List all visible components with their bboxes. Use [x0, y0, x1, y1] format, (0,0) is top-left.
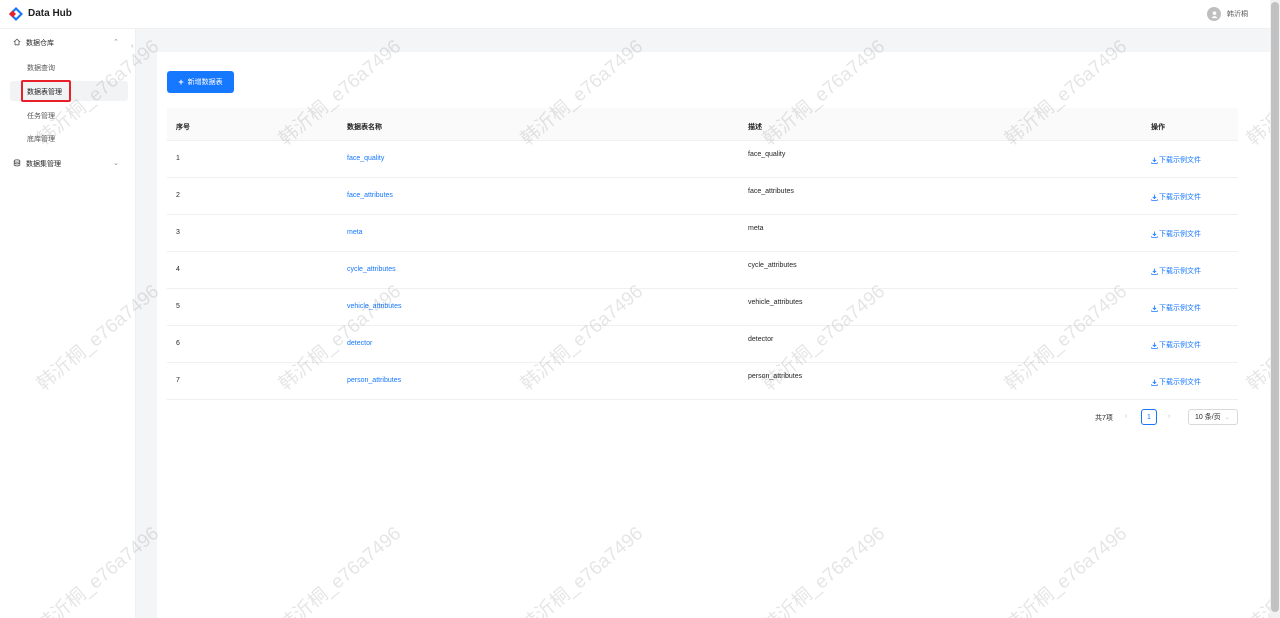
download-sample-link[interactable]: 下载示例文件 [1151, 192, 1201, 202]
download-sample-link[interactable]: 下载示例文件 [1151, 377, 1201, 387]
menu-group-label: 数据仓库 [26, 40, 54, 47]
user-name[interactable]: 韩沂桐 [1227, 9, 1248, 19]
table-description: cycle_attributes [748, 262, 797, 269]
table-row: 5 vehicle_attributes vehicle_attributes 下载示… [167, 289, 1238, 326]
data-hub-logo-icon[interactable] [8, 6, 24, 22]
table-name-link[interactable]: person_attributes [347, 377, 401, 384]
row-index: 5 [176, 303, 180, 310]
row-index: 2 [176, 192, 180, 199]
sidebar-item-label: 任务管理 [27, 113, 55, 120]
table-description: meta [748, 225, 764, 232]
download-sample-label: 下载示例文件 [1159, 305, 1201, 312]
table-row: 7 person_attributes person_attributes 下载示例文… [167, 363, 1238, 400]
download-sample-link[interactable]: 下载示例文件 [1151, 155, 1201, 165]
highlight-box [21, 80, 71, 102]
table-name-link[interactable]: cycle_attributes [347, 266, 396, 273]
download-sample-label: 下载示例文件 [1159, 157, 1201, 164]
table-row: 1 face_quality face_quality 下载示例文件 [167, 141, 1238, 178]
add-table-button-label: 新增数据表 [187, 79, 223, 86]
download-sample-label: 下载示例文件 [1159, 268, 1201, 275]
table-description: vehicle_attributes [748, 299, 803, 306]
plus-icon: + [178, 77, 184, 87]
download-sample-label: 下载示例文件 [1159, 231, 1201, 238]
sidebar: 数据仓库 ⌃ 数据查询 数据表管理 任务管理 底库管理 数据集管理 ⌄ [0, 29, 136, 618]
chevron-down-icon: ⌄ [113, 160, 119, 167]
sidebar-item-label: 数据查询 [27, 65, 55, 72]
row-index: 6 [176, 340, 180, 347]
download-sample-label: 下载示例文件 [1159, 342, 1201, 349]
row-index: 4 [176, 266, 180, 273]
table-header: 序号 数据表名称 描述 操作 [167, 108, 1238, 141]
column-header-index: 序号 [176, 124, 190, 131]
page-size-value: 10 条/页 [1195, 414, 1221, 421]
row-index: 7 [176, 377, 180, 384]
download-icon [1151, 230, 1158, 238]
table-name-link[interactable]: meta [347, 229, 363, 236]
pagination-total: 共7项 [1095, 415, 1113, 422]
pagination-prev-icon[interactable]: ‹ [1125, 413, 1127, 420]
table-name-link[interactable]: face_attributes [347, 192, 393, 199]
pagination-page-1[interactable]: 1 [1141, 409, 1157, 425]
table-description: face_attributes [748, 188, 794, 195]
download-icon [1151, 156, 1158, 164]
download-icon [1151, 378, 1158, 386]
sidebar-item-gallery-management[interactable]: 底库管理 [10, 128, 128, 148]
chevron-down-icon: ⌄ [1224, 414, 1230, 421]
sidebar-item-data-query[interactable]: 数据查询 [10, 57, 128, 77]
download-icon [1151, 193, 1158, 201]
sidebar-collapse-icon[interactable]: ‹ [131, 41, 134, 50]
scrollbar-thumb[interactable] [1271, 2, 1279, 612]
top-header: Data Hub 韩沂桐 [0, 0, 1270, 29]
database-icon [13, 159, 21, 167]
download-sample-label: 下载示例文件 [1159, 194, 1201, 201]
sidebar-item-label: 底库管理 [27, 136, 55, 143]
download-icon [1151, 341, 1158, 349]
menu-group-dataset-management[interactable]: 数据集管理 ⌄ [0, 151, 136, 175]
table-row: 3 meta meta 下载示例文件 [167, 215, 1238, 252]
table-description: face_quality [748, 151, 786, 158]
column-header-description: 描述 [748, 124, 762, 131]
column-header-actions: 操作 [1151, 124, 1165, 131]
download-sample-link[interactable]: 下载示例文件 [1151, 229, 1201, 239]
table-description: person_attributes [748, 373, 803, 380]
main-content: + 新增数据表 序号 数据表名称 描述 操作 1 face_quality face… [157, 52, 1270, 618]
table-name-link[interactable]: detector [347, 340, 372, 347]
app-title[interactable]: Data Hub [28, 8, 72, 19]
home-icon [13, 38, 21, 46]
sidebar-item-task-management[interactable]: 任务管理 [10, 105, 128, 125]
table-row: 2 face_attributes face_attributes 下载示例文件 [167, 178, 1238, 215]
add-table-button[interactable]: + 新增数据表 [167, 71, 234, 93]
download-sample-link[interactable]: 下载示例文件 [1151, 340, 1201, 350]
download-sample-link[interactable]: 下载示例文件 [1151, 303, 1201, 313]
chevron-up-icon: ⌃ [113, 39, 119, 46]
table-name-link[interactable]: vehicle_attributes [347, 303, 401, 310]
menu-group-data-warehouse[interactable]: 数据仓库 ⌃ [0, 30, 136, 54]
page-size-select[interactable]: 10 条/页 ⌄ [1188, 409, 1238, 425]
table-row: 4 cycle_attributes cycle_attributes 下载示例文件 [167, 252, 1238, 289]
table-row: 6 detector detector 下载示例文件 [167, 326, 1238, 363]
column-header-name: 数据表名称 [347, 124, 382, 131]
avatar-icon[interactable] [1207, 7, 1221, 21]
row-index: 3 [176, 229, 180, 236]
menu-group-label: 数据集管理 [26, 161, 61, 168]
pagination-next-icon[interactable]: › [1168, 413, 1170, 420]
page-scrollbar[interactable] [1270, 0, 1280, 618]
row-index: 1 [176, 155, 180, 162]
table-name-link[interactable]: face_quality [347, 155, 384, 162]
download-sample-label: 下载示例文件 [1159, 379, 1201, 386]
download-icon [1151, 304, 1158, 312]
table-description: detector [748, 336, 774, 343]
download-icon [1151, 267, 1158, 275]
download-sample-link[interactable]: 下载示例文件 [1151, 266, 1201, 276]
